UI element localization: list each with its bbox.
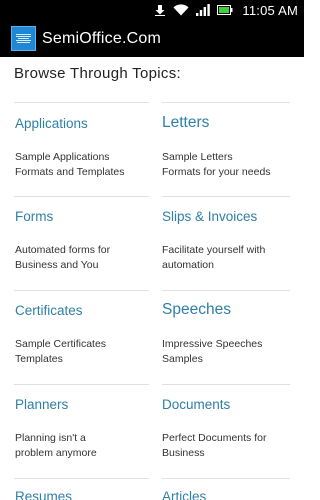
topic-description: Perfect Documents for Business <box>162 432 267 459</box>
row-divider <box>14 102 149 103</box>
topic-title: Forms <box>15 209 54 224</box>
topic-title: Slips & Invoices <box>162 209 258 224</box>
topic-description: Sample Applications Formats and Templates <box>15 151 125 178</box>
topic-description: Sample Letters Formats for your needs <box>162 151 271 178</box>
row-divider <box>162 384 290 385</box>
app-logo <box>11 26 36 51</box>
row-divider <box>14 478 149 479</box>
topic-title: Speeches <box>162 301 231 318</box>
wifi-icon <box>173 4 189 16</box>
topics-content[interactable]: Browse Through Topics: Applications Samp… <box>0 57 304 500</box>
signal-icon <box>196 4 211 16</box>
action-bar: SemiOffice.Com <box>0 20 304 57</box>
row-divider <box>14 384 149 385</box>
row-divider <box>14 196 149 197</box>
battery-icon <box>217 4 233 16</box>
row-divider <box>162 290 290 291</box>
row-divider <box>162 478 290 479</box>
topic-description: Planning isn't a problem anymore <box>15 432 97 459</box>
row-divider <box>162 196 290 197</box>
download-icon <box>154 4 166 16</box>
topic-description: Impressive Speeches Samples <box>162 338 263 365</box>
topic-title: Certificates <box>15 303 83 318</box>
topic-description: Automated forms for Business and You <box>15 244 111 271</box>
topic-description: Facilitate yourself with automation <box>162 244 266 271</box>
row-divider <box>14 290 149 291</box>
topic-title: Articles <box>162 489 207 500</box>
topic-title: Applications <box>15 116 88 131</box>
app-title: SemiOffice.Com <box>42 29 161 47</box>
status-bar: 11:05 AM <box>0 0 304 20</box>
status-time: 11:05 AM <box>242 2 298 18</box>
row-divider <box>162 102 290 103</box>
topic-title: Letters <box>162 114 210 131</box>
topic-title: Documents <box>162 397 231 412</box>
topic-title: Resumes <box>15 489 73 500</box>
topic-title: Planners <box>15 397 69 412</box>
topic-description: Sample Certificates Templates <box>15 338 107 365</box>
browse-heading: Browse Through Topics: <box>14 65 181 82</box>
